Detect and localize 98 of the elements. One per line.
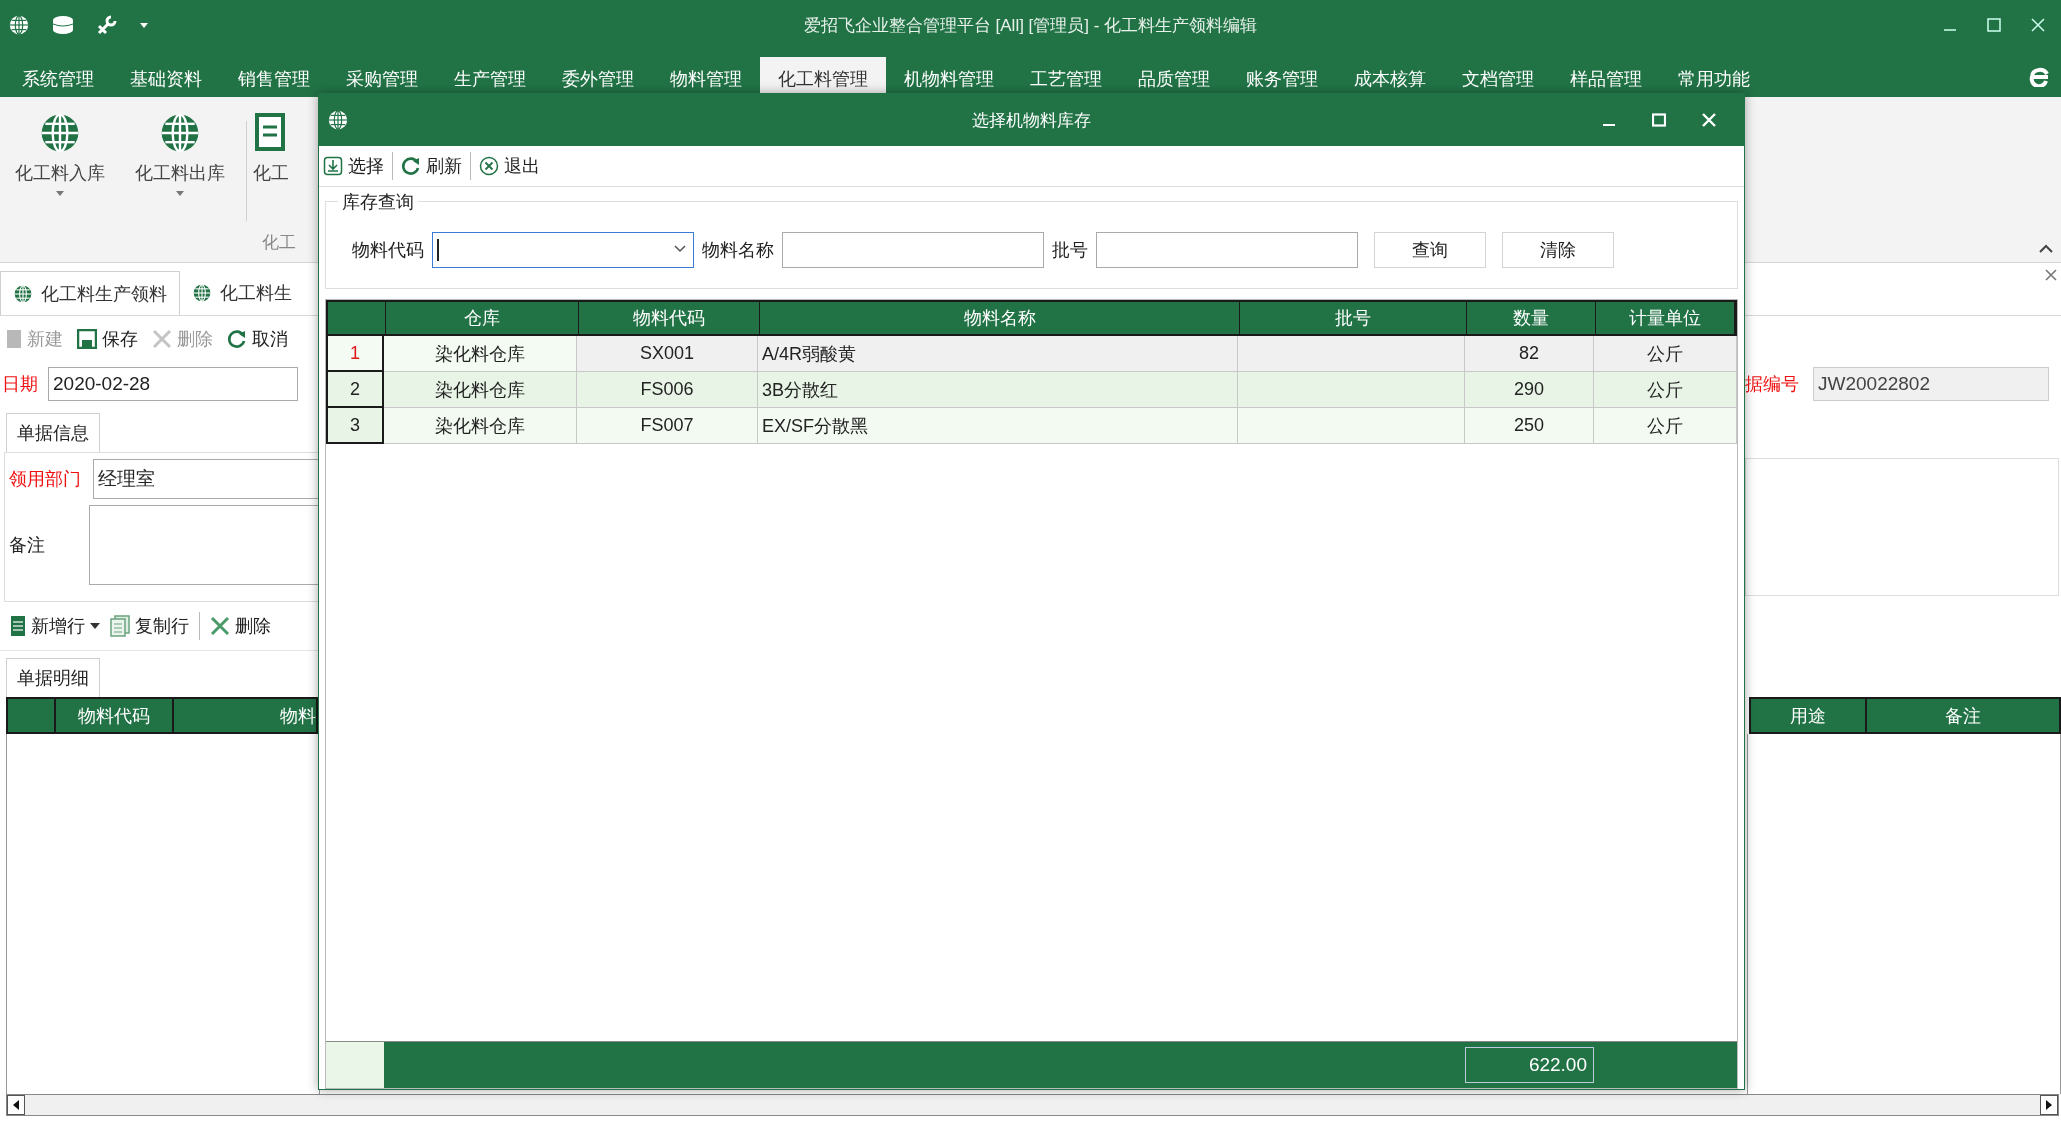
save-icon — [77, 329, 97, 349]
menu-tab[interactable]: 采购管理 — [328, 57, 436, 97]
field-label: 据编号 — [1745, 373, 1799, 396]
ribbon-group-label: 化工 — [261, 232, 297, 254]
menu-tab[interactable]: 系统管理 — [4, 57, 112, 97]
globe-icon — [8, 14, 30, 36]
field-label: 日期 — [2, 373, 38, 396]
group-title: 库存查询 — [338, 190, 418, 214]
input-field[interactable] — [1096, 232, 1358, 268]
column-header: 物料 — [279, 704, 316, 728]
document-tab[interactable]: 化工料生 — [180, 271, 304, 315]
query-button[interactable]: 清除 — [1502, 232, 1614, 268]
menu-tab[interactable]: 委外管理 — [544, 57, 652, 97]
remark-field[interactable] — [88, 505, 321, 585]
column-header: 用途 — [1751, 699, 1867, 732]
collapse-icon[interactable] — [2039, 244, 2053, 254]
field-label: 批号 — [1052, 239, 1088, 262]
toolbar-button[interactable]: 取消 — [227, 327, 288, 351]
toolbar-button[interactable]: 复制行 — [110, 614, 189, 638]
toolbar-button[interactable]: 刷新 — [401, 154, 462, 178]
close-circle-icon — [479, 156, 499, 176]
total-cell: 622.00 — [1465, 1047, 1594, 1083]
date-field[interactable]: 2020-02-28 — [48, 367, 298, 401]
row-number[interactable]: 3 — [326, 408, 384, 444]
ribbon-button[interactable]: 化工 — [253, 111, 313, 231]
caret-icon — [176, 191, 184, 197]
menu-tab[interactable]: 常用功能 — [1660, 57, 1768, 97]
database-icon[interactable] — [52, 15, 74, 35]
scroll-right-icon[interactable] — [2040, 1095, 2058, 1115]
menu-tab[interactable]: 工艺管理 — [1012, 57, 1120, 97]
field-label: 物料名称 — [702, 239, 774, 262]
toolbar-button[interactable]: 删除 — [210, 614, 271, 638]
ribbon-button[interactable]: 化工料入库 — [0, 111, 120, 231]
ribbon-button[interactable]: 化工料出库 — [120, 111, 240, 231]
menu-tab[interactable]: 账务管理 — [1228, 57, 1336, 97]
column-header: 计量单位 — [1596, 302, 1735, 334]
refresh-icon — [227, 329, 247, 349]
table-cell: EX/SF分散黑 — [758, 408, 1238, 444]
document-icon — [6, 329, 22, 349]
scroll-left-icon[interactable] — [7, 1095, 25, 1115]
toolbar-button[interactable]: 选择 — [323, 154, 384, 178]
menu-tab[interactable]: 生产管理 — [436, 57, 544, 97]
menu-tab[interactable]: 机物料管理 — [886, 57, 1012, 97]
sheet-icon — [10, 615, 26, 637]
info-tab[interactable]: 单据信息 — [6, 413, 100, 452]
query-button[interactable]: 查询 — [1374, 232, 1486, 268]
maximize-icon[interactable] — [1987, 18, 2001, 32]
copy-icon — [110, 615, 130, 637]
globe-icon — [192, 283, 212, 303]
column-header: 批号 — [1240, 302, 1467, 334]
globe-icon — [327, 109, 349, 131]
close-icon[interactable] — [2045, 269, 2057, 281]
document-tab[interactable]: 化工料生产领料 — [0, 271, 180, 315]
menu-tab[interactable]: 基础资料 — [112, 57, 220, 97]
download-icon — [323, 156, 343, 176]
menu-tab[interactable]: 品质管理 — [1120, 57, 1228, 97]
toolbar-button[interactable]: 退出 — [479, 154, 540, 178]
menu-tab[interactable]: 销售管理 — [220, 57, 328, 97]
document-number-field[interactable]: JW20022802 — [1813, 367, 2049, 401]
column-header: 物料代码 — [56, 699, 174, 732]
globe-icon — [13, 283, 33, 304]
input-field[interactable] — [782, 232, 1044, 268]
dialog-title: 选择机物料库存 — [972, 109, 1091, 132]
table-cell: 公斤 — [1594, 408, 1737, 444]
table-cell: 染化料仓库 — [384, 336, 577, 372]
dropdown-icon[interactable] — [140, 21, 148, 29]
menu-tab[interactable]: 物料管理 — [652, 57, 760, 97]
table-cell: 250 — [1465, 408, 1594, 444]
menu-tab[interactable]: 文档管理 — [1444, 57, 1552, 97]
detail-tab[interactable]: 单据明细 — [6, 658, 100, 697]
column-header: 物料名称 — [760, 302, 1240, 334]
tools-icon[interactable] — [96, 14, 118, 36]
field-label: 备注 — [9, 534, 46, 557]
field-label: 物料代码 — [352, 239, 424, 262]
row-number[interactable]: 2 — [326, 372, 384, 408]
delete-icon — [152, 329, 172, 349]
field-label: 领用部门 — [9, 468, 81, 491]
e-logo-icon[interactable] — [2027, 65, 2051, 87]
column-header: 物料代码 — [579, 302, 760, 334]
menu-tab[interactable]: 样品管理 — [1552, 57, 1660, 97]
toolbar-button[interactable]: 新增行 — [10, 614, 100, 638]
footer-cell — [326, 1042, 384, 1088]
window-title: 爱招飞企业整合管理平台 [All] [管理员] - 化工料生产领料编辑 — [803, 14, 1258, 37]
row-number[interactable]: 1 — [326, 336, 384, 372]
column-header: 数量 — [1467, 302, 1596, 334]
caret-icon — [90, 623, 100, 629]
menu-tab[interactable]: 成本核算 — [1336, 57, 1444, 97]
table-cell: FS007 — [577, 408, 758, 444]
delete-icon — [210, 616, 230, 636]
caret-icon — [56, 191, 64, 197]
horizontal-scrollbar[interactable] — [6, 1094, 2059, 1116]
column-header: 仓库 — [386, 302, 579, 334]
toolbar-button[interactable]: 保存 — [77, 327, 138, 351]
table-cell: 染化料仓库 — [384, 408, 577, 444]
department-field[interactable]: 经理室 — [93, 459, 321, 499]
column-header: 备注 — [1944, 704, 1982, 728]
refresh-icon — [401, 156, 421, 176]
combo-box[interactable] — [432, 232, 694, 268]
